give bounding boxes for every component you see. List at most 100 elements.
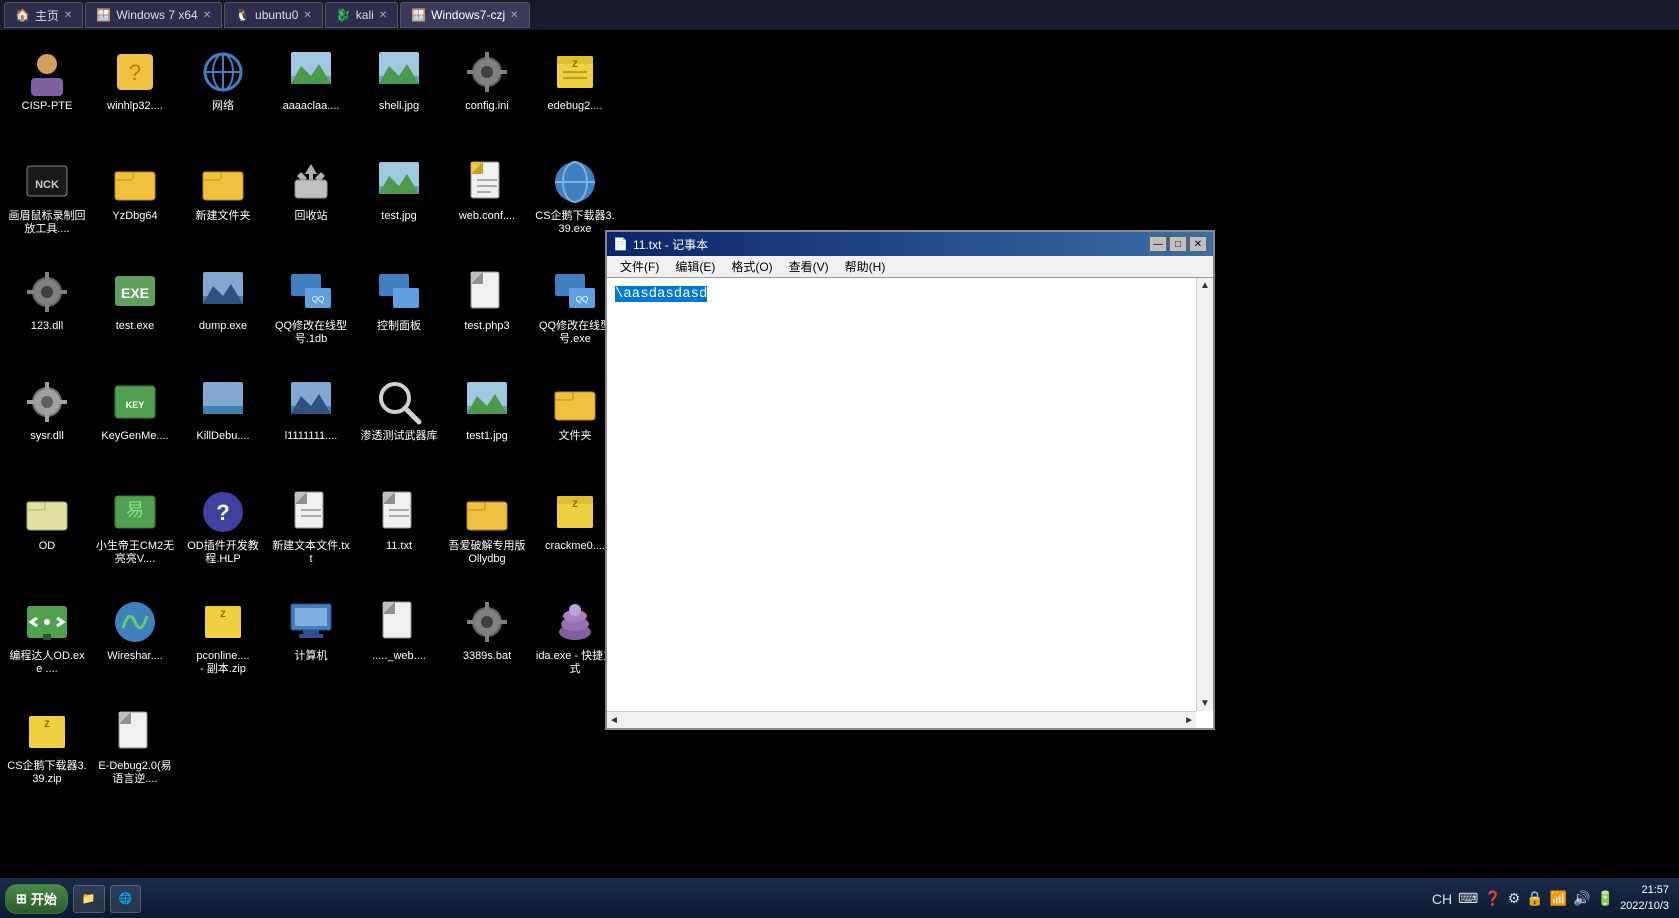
svg-text:NCK: NCK: [35, 179, 59, 191]
icon-recycle[interactable]: 回收站: [269, 150, 353, 260]
icon-od[interactable]: OD: [5, 480, 89, 590]
scroll-down[interactable]: ▼: [1198, 696, 1212, 711]
tab-home-icon: 🏠: [15, 8, 30, 22]
icon-computer[interactable]: 计算机: [269, 590, 353, 700]
taskbar-globe-icon: 🌐: [119, 892, 133, 905]
tab-kali-label: kali: [356, 8, 374, 22]
close-button[interactable]: ✕: [1189, 236, 1207, 252]
icon-webconf[interactable]: web.conf....: [445, 150, 529, 260]
icon-pconline[interactable]: Z pconline....- 副本.zip: [181, 590, 265, 700]
icon-newfolder[interactable]: 新建文件夹: [181, 150, 265, 260]
battery-icon: 🔋: [1597, 890, 1614, 907]
icon-newtxt[interactable]: 新建文本文件.txt: [269, 480, 353, 590]
icon-testphp[interactable]: test.php3: [445, 260, 529, 370]
icon-od-plugin[interactable]: ? OD插件开发教程.HLP: [181, 480, 265, 590]
icon-wireshark[interactable]: Wireshar....: [93, 590, 177, 700]
network-tray-icon: 📶: [1550, 890, 1567, 907]
svg-text:?: ?: [216, 500, 229, 525]
taskbar-browser[interactable]: 🌐: [110, 885, 142, 913]
taskbar-bottom: ⊞ 开始 📁 🌐 CH ⌨ ❓ ⚙ 🔒 📶 🔊 🔋 21:57 2022/10/…: [0, 878, 1679, 918]
tab-win7[interactable]: 🪟 Windows 7 x64 ✕: [85, 2, 222, 28]
notepad-menubar: 文件(F) 编辑(E) 格式(O) 查看(V) 帮助(H): [607, 256, 1213, 278]
icon-cisp[interactable]: CISP-PTE: [5, 40, 89, 150]
scroll-left[interactable]: ◄: [607, 713, 621, 728]
menu-view[interactable]: 查看(V): [781, 257, 837, 276]
icon-xiaosheng[interactable]: 易 小生帝王CM2无亮亮V....: [93, 480, 177, 590]
tab-home-close[interactable]: ✕: [64, 10, 72, 21]
tab-win7czj[interactable]: 🪟 Windows7-czj ✕: [400, 2, 529, 28]
tab-win7-close[interactable]: ✕: [203, 10, 211, 21]
icon-qqmod1[interactable]: QQ QQ修改在线型号.1db: [269, 260, 353, 370]
keyboard-icon: ⌨: [1458, 890, 1478, 907]
tab-kali-close[interactable]: ✕: [379, 10, 387, 21]
icon-aaaaclaa[interactable]: aaaaclaa....: [269, 40, 353, 150]
icon-l1111[interactable]: l1111111....: [269, 370, 353, 480]
icon-xingaipo[interactable]: 吾爱破解专用版Ollydbg: [445, 480, 529, 590]
systray: CH ⌨ ❓ ⚙ 🔒 📶 🔊 🔋 21:57 2022/10/3: [1432, 883, 1674, 914]
icon-pentest[interactable]: 渗透测试武器库: [357, 370, 441, 480]
icon-winhlp[interactable]: ? winhlp32....: [93, 40, 177, 150]
icon-11txt[interactable]: 11.txt: [357, 480, 441, 590]
svg-text:EXE: EXE: [121, 285, 149, 301]
start-button[interactable]: ⊞ 开始: [5, 884, 68, 914]
notepad-scrollbar-h[interactable]: ◄ ►: [607, 711, 1196, 728]
taskbar-top: 🏠 主页 ✕ 🪟 Windows 7 x64 ✕ 🐧 ubuntu0 ✕ 🐉 k…: [0, 0, 1679, 30]
icon-keygen[interactable]: KEY KeyGenMe....: [93, 370, 177, 480]
tab-ubuntu-label: ubuntu0: [255, 8, 298, 22]
icon-cs2[interactable]: Z CS企鹅下载器3.39.zip: [5, 700, 89, 810]
svg-text:Z: Z: [572, 59, 578, 69]
start-label: 开始: [31, 889, 57, 908]
icon-123dll[interactable]: 123.dll: [5, 260, 89, 370]
clock-time: 21:57: [1620, 883, 1669, 898]
scroll-up[interactable]: ▲: [1198, 278, 1212, 293]
tab-win7-label: Windows 7 x64: [116, 8, 197, 22]
notepad-scrollbar-v[interactable]: ▲ ▼: [1196, 278, 1213, 711]
notepad-content[interactable]: \aasdasdasd ▲ ▼ ◄ ►: [607, 278, 1213, 728]
icon-testexe[interactable]: EXE test.exe: [93, 260, 177, 370]
taskbar-folder-icon: 📁: [82, 892, 96, 905]
notepad-title-icon: 📄: [613, 237, 628, 251]
tab-win7-icon: 🪟: [96, 8, 111, 22]
icon-nck[interactable]: NCK 画眉鼠标录制回放工具....: [5, 150, 89, 260]
tab-ubuntu-close[interactable]: ✕: [303, 10, 311, 21]
icon-test1jpg[interactable]: test1.jpg: [445, 370, 529, 480]
svg-text:易: 易: [126, 500, 144, 520]
lang-indicator[interactable]: CH: [1432, 891, 1452, 907]
icon-network[interactable]: 网络: [181, 40, 265, 150]
svg-text:QQ: QQ: [312, 295, 324, 304]
tab-ubuntu[interactable]: 🐧 ubuntu0 ✕: [224, 2, 323, 28]
taskbar-file-manager[interactable]: 📁: [73, 885, 105, 913]
icon-killdebug[interactable]: KillDebu....: [181, 370, 265, 480]
notepad-selected-text: \aasdasdasd: [615, 286, 707, 302]
icon-dump[interactable]: dump.exe: [181, 260, 265, 370]
settings-icon[interactable]: ⚙: [1508, 890, 1521, 907]
menu-help[interactable]: 帮助(H): [837, 257, 894, 276]
scroll-right[interactable]: ►: [1182, 713, 1196, 728]
menu-format[interactable]: 格式(O): [723, 257, 780, 276]
icon-yzdbg[interactable]: YzDbg64: [93, 150, 177, 260]
maximize-button[interactable]: □: [1169, 236, 1187, 252]
menu-file[interactable]: 文件(F): [612, 257, 667, 276]
icon-web2[interactable]: ....._web....: [357, 590, 441, 700]
clock-date: 2022/10/3: [1620, 899, 1669, 914]
icon-shelljpg[interactable]: shell.jpg: [357, 40, 441, 150]
security-icon: 🔒: [1526, 890, 1543, 907]
menu-edit[interactable]: 编辑(E): [667, 257, 723, 276]
tab-kali-icon: 🐉: [336, 8, 351, 22]
help-icon: ❓: [1484, 890, 1501, 907]
titlebar-controls: — □ ✕: [1149, 236, 1207, 252]
tab-win7czj-close[interactable]: ✕: [510, 10, 518, 21]
minimize-button[interactable]: —: [1149, 236, 1167, 252]
tab-kali[interactable]: 🐉 kali ✕: [325, 2, 398, 28]
icon-sysrdll[interactable]: sysr.dll: [5, 370, 89, 480]
notepad-titlebar[interactable]: 📄 11.txt - 记事本 — □ ✕: [607, 232, 1213, 256]
icon-3389bat[interactable]: 3389s.bat: [445, 590, 529, 700]
icon-control[interactable]: 控制面板: [357, 260, 441, 370]
icon-edebug[interactable]: Z edebug2....: [533, 40, 617, 150]
start-icon: ⊞: [16, 891, 27, 907]
icon-biancheng[interactable]: 编程达人OD.exe ....: [5, 590, 89, 700]
tab-home[interactable]: 🏠 主页 ✕: [4, 2, 83, 28]
icon-configini[interactable]: config.ini: [445, 40, 529, 150]
icon-edebug2[interactable]: E-Debug2.0(易语言逆....: [93, 700, 177, 810]
icon-testjpg[interactable]: test.jpg: [357, 150, 441, 260]
